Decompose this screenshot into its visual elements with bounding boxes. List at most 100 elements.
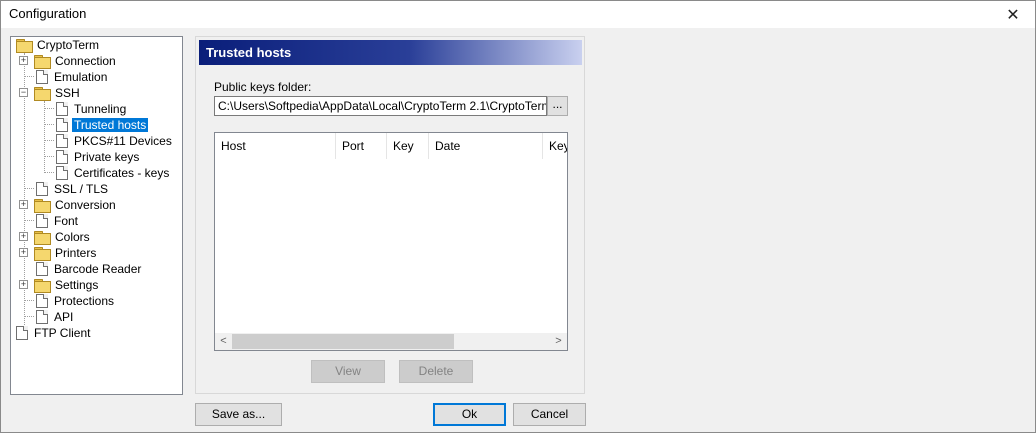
tree-item-label: Trusted hosts	[72, 118, 149, 132]
tree-item-label: Settings	[55, 278, 99, 292]
cancel-button[interactable]: Cancel	[513, 403, 586, 426]
tree-item-tunneling[interactable]: Tunneling	[54, 101, 128, 117]
horizontal-scrollbar[interactable]: < >	[215, 333, 567, 350]
page-icon	[36, 310, 48, 324]
save-as-button[interactable]: Save as...	[195, 403, 282, 426]
tree-item-trusted-hosts[interactable]: Trusted hosts	[54, 117, 149, 133]
tree-item-label: Certificates - keys	[74, 166, 170, 180]
column-key[interactable]: Key	[387, 133, 429, 159]
tree-item-label: CryptoTerm	[37, 38, 100, 52]
tree-connector	[24, 300, 34, 301]
tree-connector	[44, 101, 45, 173]
tree-connector	[44, 140, 54, 141]
trusted-hosts-panel: Trusted hosts Public keys folder: C:\Use…	[195, 36, 585, 394]
tree-item-emulation[interactable]: Emulation	[34, 69, 109, 85]
tree-item-label: PKCS#11 Devices	[74, 134, 172, 148]
tree-item-font[interactable]: Font	[34, 213, 80, 229]
tree-item-label: Private keys	[74, 150, 140, 164]
panel-header: Trusted hosts	[199, 40, 582, 65]
expand-plus-icon[interactable]: +	[19, 232, 28, 241]
page-icon	[56, 150, 68, 164]
tree-item-label: Tunneling	[74, 102, 127, 116]
tree-item-certificates[interactable]: Certificates - keys	[54, 165, 171, 181]
page-icon	[36, 262, 48, 276]
expand-plus-icon[interactable]: +	[19, 56, 28, 65]
public-keys-folder-label: Public keys folder:	[214, 80, 312, 94]
tree-item-label: Protections	[54, 294, 115, 308]
close-icon[interactable]: ✕	[991, 1, 1035, 28]
window-title: Configuration	[9, 6, 87, 21]
tree-connector	[24, 220, 34, 221]
tree-connector	[24, 188, 34, 189]
column-port[interactable]: Port	[336, 133, 387, 159]
page-icon	[16, 326, 28, 340]
tree-item-protections[interactable]: Protections	[34, 293, 116, 309]
column-date[interactable]: Date	[429, 133, 543, 159]
tree-item-private-keys[interactable]: Private keys	[54, 149, 141, 165]
tree-item-settings[interactable]: Settings	[34, 277, 100, 293]
tree-connector	[24, 316, 34, 317]
folder-icon	[34, 54, 51, 69]
tree-item-label: Colors	[55, 230, 90, 244]
expand-plus-icon[interactable]: +	[19, 200, 28, 209]
scroll-left-icon[interactable]: <	[215, 333, 232, 350]
tree-item-label: Printers	[55, 246, 97, 260]
tree-item-cryptoterm[interactable]: CryptoTerm	[16, 37, 101, 53]
page-icon	[56, 118, 68, 132]
tree-connector	[24, 76, 34, 77]
tree-connector	[44, 108, 54, 109]
tree-connector	[44, 156, 54, 157]
view-button[interactable]: View	[311, 360, 385, 383]
page-icon	[56, 134, 68, 148]
ok-button[interactable]: Ok	[433, 403, 506, 426]
tree-item-label: SSL / TLS	[54, 182, 109, 196]
folder-icon	[34, 198, 51, 213]
tree-item-pkcs11[interactable]: PKCS#11 Devices	[54, 133, 174, 149]
page-icon	[36, 70, 48, 84]
folder-icon	[34, 278, 51, 293]
folder-open-icon	[16, 38, 33, 53]
tree-item-label: Emulation	[54, 70, 108, 84]
tree-item-ftp-client[interactable]: FTP Client	[14, 325, 92, 341]
column-key-2[interactable]: Key	[543, 133, 567, 159]
trusted-hosts-list[interactable]: Host Port Key Date Key < >	[214, 132, 568, 351]
page-icon	[36, 294, 48, 308]
expand-plus-icon[interactable]: +	[19, 280, 28, 289]
tree-item-label: API	[54, 310, 74, 324]
tree-item-label: Connection	[55, 54, 116, 68]
scroll-right-icon[interactable]: >	[550, 333, 567, 350]
public-keys-folder-input[interactable]: C:\Users\Softpedia\AppData\Local\CryptoT…	[214, 96, 547, 116]
tree-item-ssl-tls[interactable]: SSL / TLS	[34, 181, 110, 197]
tree-item-printers[interactable]: Printers	[34, 245, 98, 261]
tree-item-label: FTP Client	[34, 326, 91, 340]
tree-item-barcode-reader[interactable]: Barcode Reader	[34, 261, 143, 277]
tree-item-conversion[interactable]: Conversion	[34, 197, 118, 213]
tree-connector	[44, 172, 54, 173]
tree-item-label: Conversion	[55, 198, 116, 212]
tree-item-api[interactable]: API	[34, 309, 75, 325]
folder-icon	[34, 230, 51, 245]
tree-item-colors[interactable]: Colors	[34, 229, 92, 245]
tree-item-ssh[interactable]: SSH	[34, 85, 82, 101]
config-tree[interactable]: CryptoTerm + Connection Emulation − SSH …	[10, 36, 183, 395]
tree-item-label: Font	[54, 214, 79, 228]
tree-item-label: SSH	[55, 86, 80, 100]
delete-button[interactable]: Delete	[399, 360, 473, 383]
tree-item-connection[interactable]: Connection	[34, 53, 118, 69]
page-icon	[56, 166, 68, 180]
tree-item-label: Barcode Reader	[54, 262, 142, 276]
browse-button[interactable]: ...	[547, 96, 568, 116]
list-header: Host Port Key Date Key	[215, 133, 567, 159]
panel-title: Trusted hosts	[206, 45, 292, 60]
page-icon	[56, 102, 68, 116]
column-host[interactable]: Host	[215, 133, 336, 159]
collapse-minus-icon[interactable]: −	[19, 88, 28, 97]
tree-connector	[44, 124, 54, 125]
expand-plus-icon[interactable]: +	[19, 248, 28, 257]
page-icon	[36, 214, 48, 228]
scroll-thumb[interactable]	[232, 334, 454, 349]
page-icon	[36, 182, 48, 196]
folder-icon	[34, 246, 51, 261]
configuration-window: Configuration ✕ CryptoTerm + Connection …	[0, 0, 1036, 433]
folder-open-icon	[34, 86, 51, 101]
